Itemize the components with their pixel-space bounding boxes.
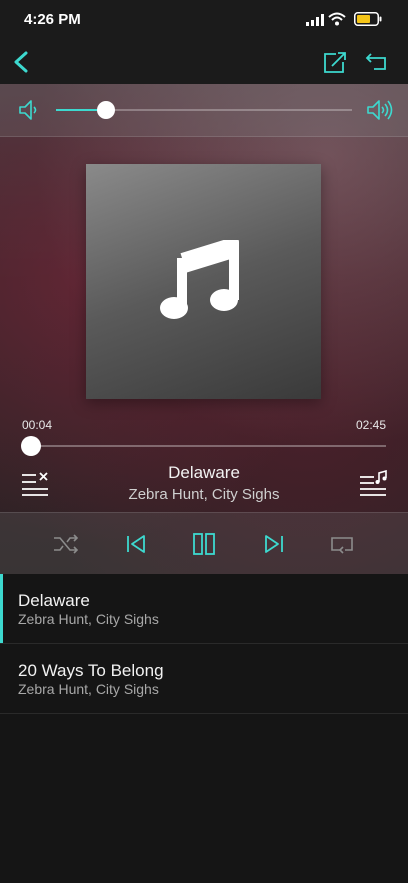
list-item-artist: Zebra Hunt, City Sighs	[18, 611, 159, 627]
album-art	[86, 164, 321, 399]
shuffle-icon[interactable]	[52, 530, 80, 558]
current-time: 00:04	[22, 418, 53, 432]
chevron-left-icon[interactable]	[8, 48, 36, 76]
now-playing-panel: 00:04 02:45 Delaware Zebra Hunt, City Si…	[0, 84, 408, 574]
wifi-icon	[328, 12, 346, 26]
pause-icon[interactable]	[190, 530, 218, 558]
previous-icon[interactable]	[122, 530, 150, 558]
battery-icon	[354, 12, 382, 26]
status-bar: 4:26 PM	[0, 0, 408, 40]
signal-icon	[306, 14, 324, 26]
song-artist: Zebra Hunt, City Sighs	[128, 486, 280, 503]
undo-icon[interactable]	[362, 48, 392, 76]
status-time: 4:26 PM	[24, 11, 81, 28]
share-icon[interactable]	[320, 48, 350, 76]
music-note-icon	[160, 240, 239, 319]
playback-controls	[0, 512, 408, 574]
list-item[interactable]: 20 Ways To Belong Zebra Hunt, City Sighs	[0, 644, 408, 714]
progress-slider-thumb[interactable]	[20, 436, 41, 456]
list-item-title: 20 Ways To Belong	[18, 661, 164, 680]
next-icon[interactable]	[260, 530, 288, 558]
total-time: 02:45	[355, 418, 386, 432]
volume-slider-thumb[interactable]	[97, 101, 116, 119]
queue-icon[interactable]	[358, 470, 388, 496]
list-item-artist: Zebra Hunt, City Sighs	[18, 681, 159, 697]
playlist: Delaware Zebra Hunt, City Sighs 20 Ways …	[0, 574, 408, 714]
list-item-title: Delaware	[18, 591, 90, 610]
repeat-icon[interactable]	[328, 530, 356, 558]
volume-bar	[0, 84, 408, 137]
volume-high-icon[interactable]	[366, 98, 394, 122]
progress-slider[interactable]	[20, 436, 386, 456]
volume-low-icon[interactable]	[18, 98, 40, 122]
list-item[interactable]: Delaware Zebra Hunt, City Sighs	[0, 574, 408, 644]
volume-slider[interactable]	[56, 101, 352, 119]
top-navigation	[0, 40, 408, 84]
song-title: Delaware	[168, 463, 240, 482]
